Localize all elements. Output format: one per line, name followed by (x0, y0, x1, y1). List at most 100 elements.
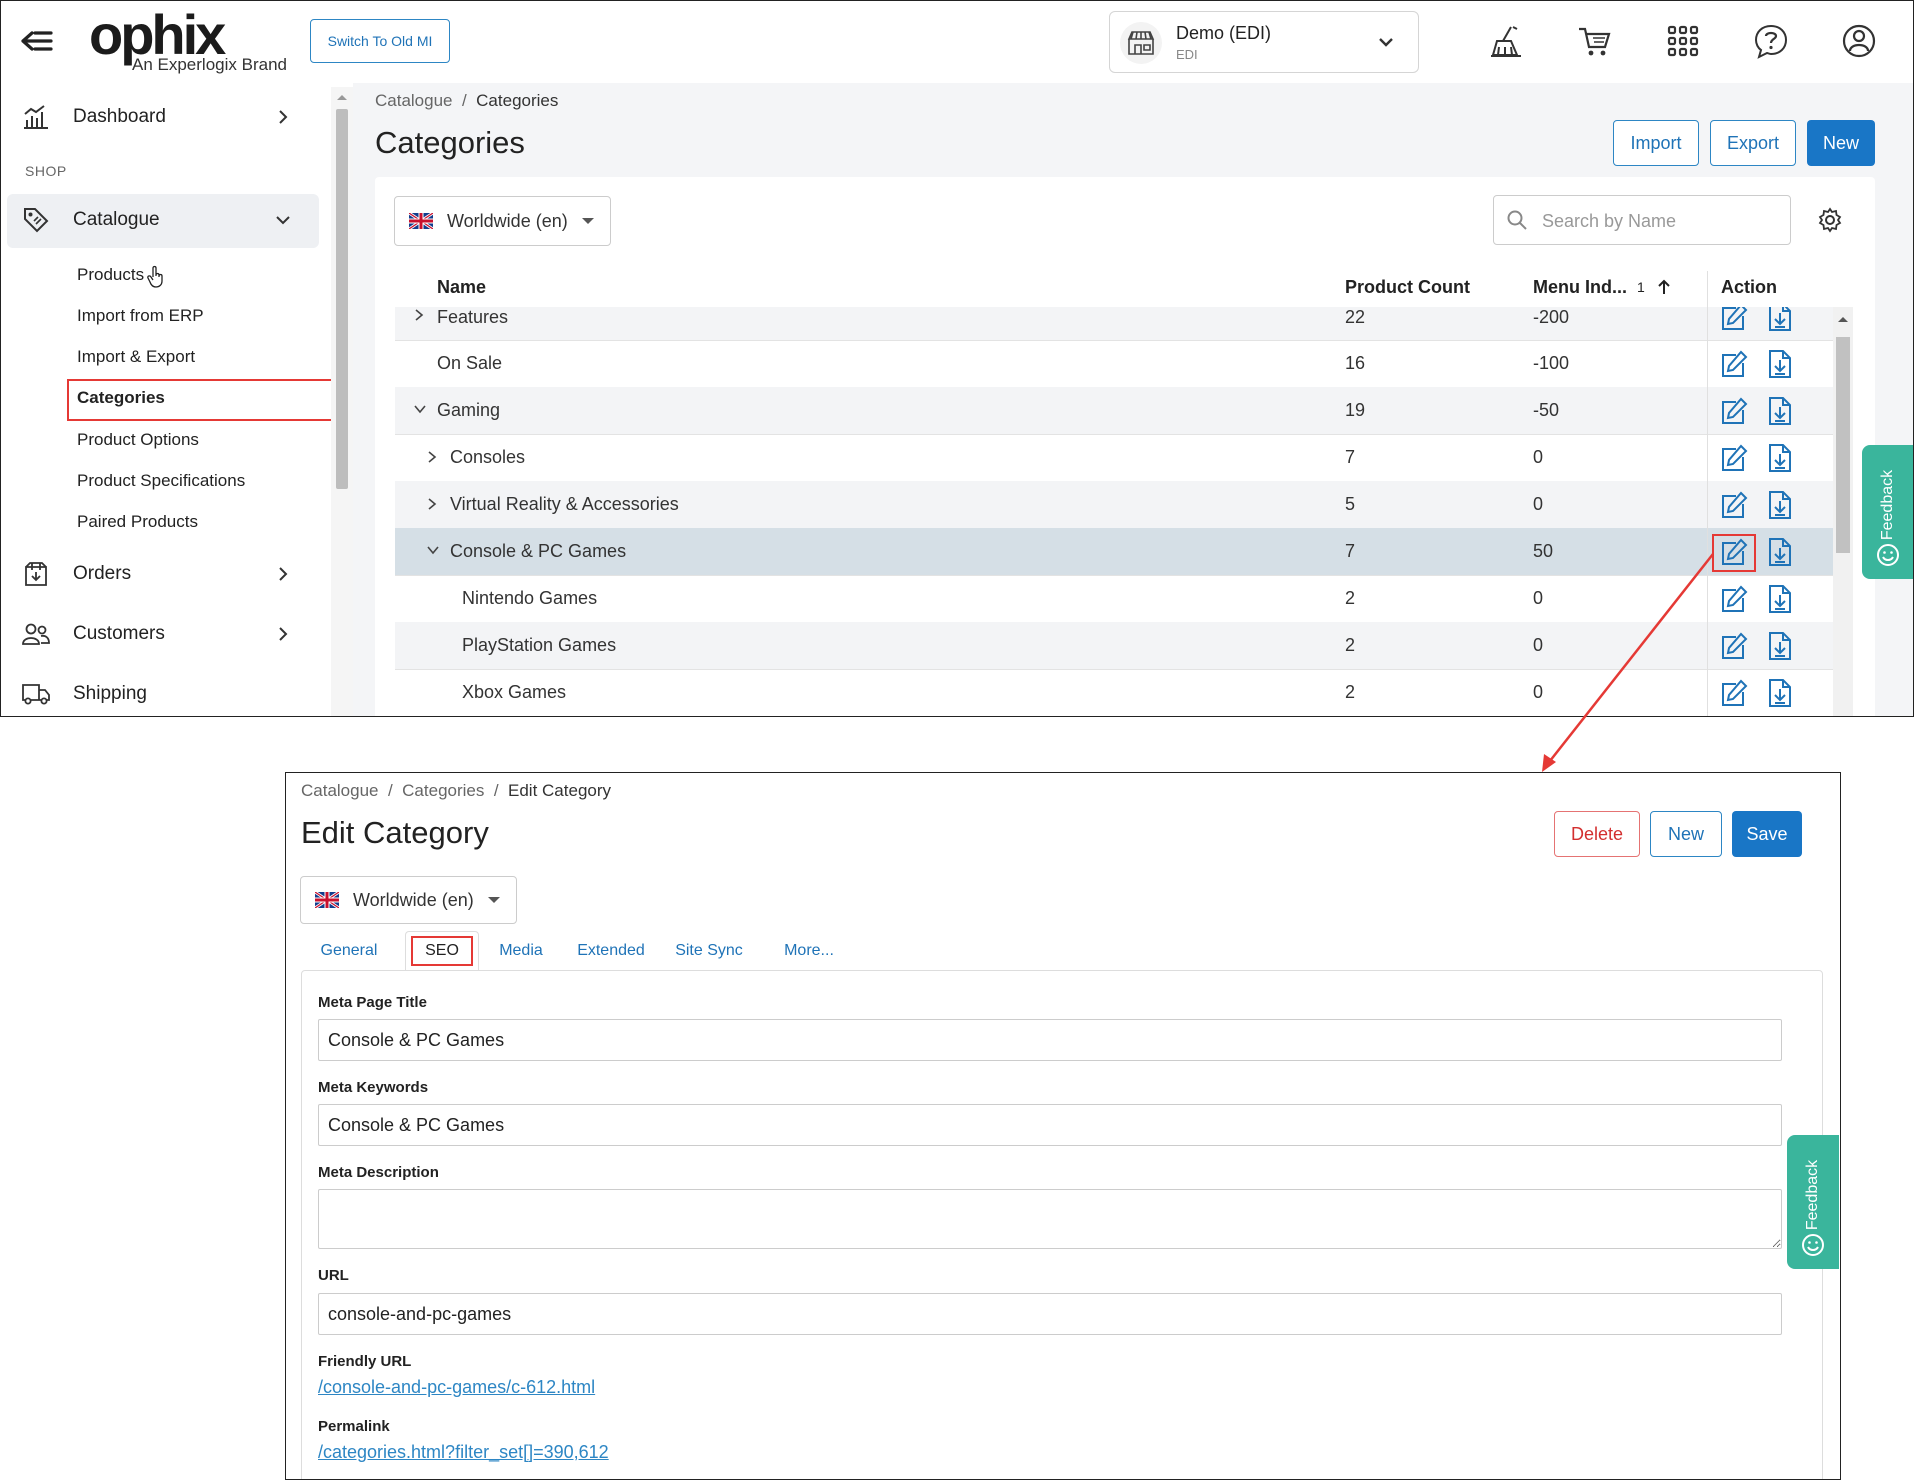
sidebar-item-customers[interactable]: Customers (21, 614, 301, 654)
smiley-icon (1876, 543, 1900, 567)
tab-general[interactable]: General (301, 931, 397, 971)
download-file-icon[interactable] (1767, 631, 1797, 661)
chevron-down-icon[interactable] (413, 403, 427, 415)
meta-title-input[interactable] (318, 1019, 1782, 1061)
tab-more[interactable]: More... (757, 931, 861, 971)
page-title: Edit Category (301, 815, 489, 850)
apps-grid-icon[interactable] (1663, 21, 1703, 61)
sidebar-item-catalogue[interactable]: Catalogue (21, 200, 301, 240)
caret-down-icon (487, 897, 500, 903)
broom-icon[interactable] (1487, 21, 1527, 61)
search-input[interactable] (1540, 204, 1784, 238)
breadcrumb: Catalogue / Categories / Edit Category (301, 781, 611, 801)
edit-icon[interactable] (1719, 307, 1749, 332)
new-button[interactable]: New (1807, 120, 1875, 166)
edit-icon[interactable] (1719, 443, 1749, 473)
sidebar-item-orders[interactable]: Orders (21, 554, 301, 594)
sidebar-subitem-categories[interactable]: Categories (77, 388, 165, 408)
delete-button[interactable]: Delete (1554, 811, 1640, 857)
sort-order-number: 1 (1637, 279, 1645, 295)
meta-keywords-input[interactable] (318, 1104, 1782, 1146)
download-file-icon[interactable] (1767, 584, 1797, 614)
sidebar-subitem-product-options[interactable]: Product Options (77, 430, 199, 450)
sidebar-scroll-thumb[interactable] (336, 109, 348, 489)
row-count: 19 (1345, 400, 1366, 420)
row-name: Console & PC Games (450, 541, 627, 561)
help-icon[interactable] (1751, 21, 1791, 61)
row-menu-index: -50 (1533, 400, 1560, 420)
new-button[interactable]: New (1650, 811, 1722, 857)
sidebar-subitem-product-specifications[interactable]: Product Specifications (77, 471, 245, 491)
scroll-up-arrow-icon[interactable] (1837, 315, 1849, 323)
search-box[interactable] (1493, 195, 1791, 245)
tab-site-sync[interactable]: Site Sync (661, 931, 757, 971)
switch-old-mi-button[interactable]: Switch To Old MI (310, 19, 450, 63)
tab-media[interactable]: Media (481, 931, 561, 971)
table-row[interactable]: Gaming 19 -50 (395, 387, 1853, 435)
column-menu-index[interactable]: Menu Ind... (1533, 277, 1627, 298)
row-name: PlayStation Games (462, 635, 617, 655)
locale-selector[interactable]: Worldwide (en) (300, 876, 517, 924)
breadcrumb-catalogue[interactable]: Catalogue (375, 91, 453, 110)
sidebar-subitem-import-export[interactable]: Import & Export (77, 347, 195, 367)
export-button[interactable]: Export (1710, 120, 1796, 166)
sidebar-item-shipping[interactable]: Shipping (21, 674, 301, 714)
feedback-label: Feedback (1879, 469, 1897, 541)
chevron-right-icon[interactable] (413, 308, 425, 322)
column-name[interactable]: Name (437, 277, 486, 298)
cart-icon[interactable] (1575, 21, 1615, 61)
sort-ascending-icon[interactable] (1657, 279, 1671, 295)
settings-gear-icon[interactable] (1817, 207, 1843, 233)
feedback-tab[interactable]: Feedback (1787, 1135, 1839, 1269)
connector-arrow-icon (1542, 553, 1714, 772)
dashboard-icon (21, 104, 51, 130)
hand-cursor-icon (147, 265, 165, 289)
import-button[interactable]: Import (1613, 120, 1699, 166)
sidebar-subitem-paired-products[interactable]: Paired Products (77, 512, 198, 532)
sidebar-subitem-products[interactable]: Products (77, 265, 144, 285)
table-row[interactable]: Virtual Reality & Accessories 5 0 (395, 481, 1853, 529)
download-file-icon[interactable] (1767, 537, 1797, 567)
column-product-count[interactable]: Product Count (1345, 277, 1470, 298)
breadcrumb-separator: / (493, 781, 499, 800)
table-row[interactable]: Features 22 -200 (395, 307, 1853, 341)
action-divider (1707, 340, 1708, 387)
download-file-icon[interactable] (1767, 678, 1797, 708)
download-file-icon[interactable] (1767, 396, 1797, 426)
download-file-icon[interactable] (1767, 349, 1797, 379)
download-file-icon[interactable] (1767, 307, 1797, 332)
breadcrumb-separator: / (461, 91, 467, 110)
locale-selector[interactable]: Worldwide (en) (394, 196, 611, 246)
feedback-tab[interactable]: Feedback (1862, 445, 1913, 579)
scroll-up-arrow-icon[interactable] (336, 93, 348, 101)
tab-seo[interactable]: SEO (405, 931, 479, 971)
user-icon[interactable] (1839, 21, 1879, 61)
menu-collapse-icon[interactable] (19, 25, 55, 57)
smiley-icon (1801, 1233, 1825, 1257)
chevron-right-icon[interactable] (426, 450, 438, 464)
chevron-down-icon[interactable] (426, 544, 440, 556)
edit-icon[interactable] (1719, 490, 1749, 520)
customers-icon (21, 622, 51, 646)
sidebar-subitem-import-erp[interactable]: Import from ERP (77, 306, 204, 326)
permalink-label: Permalink (318, 1418, 390, 1435)
friendly-url-link[interactable]: /console-and-pc-games/c-612.html (318, 1377, 595, 1398)
chevron-right-icon[interactable] (426, 497, 438, 511)
sidebar-item-dashboard[interactable]: Dashboard (21, 97, 301, 137)
table-row[interactable]: On Sale 16 -100 (395, 340, 1853, 388)
meta-description-textarea[interactable] (318, 1189, 1782, 1249)
edit-icon[interactable] (1719, 396, 1749, 426)
edit-icon[interactable] (1719, 349, 1749, 379)
download-file-icon[interactable] (1767, 443, 1797, 473)
breadcrumb-categories[interactable]: Categories (402, 781, 484, 800)
url-input[interactable] (318, 1293, 1782, 1335)
table-row[interactable]: Consoles 7 0 (395, 434, 1853, 482)
permalink-link[interactable]: /categories.html?filter_set[]=390,612 (318, 1442, 609, 1463)
tab-extended[interactable]: Extended (561, 931, 661, 971)
row-name: Xbox Games (462, 682, 567, 702)
store-selector[interactable]: Demo (EDI) EDI (1109, 11, 1419, 73)
table-scroll-thumb[interactable] (1836, 337, 1850, 553)
breadcrumb-catalogue[interactable]: Catalogue (301, 781, 379, 800)
download-file-icon[interactable] (1767, 490, 1797, 520)
save-button[interactable]: Save (1732, 811, 1802, 857)
